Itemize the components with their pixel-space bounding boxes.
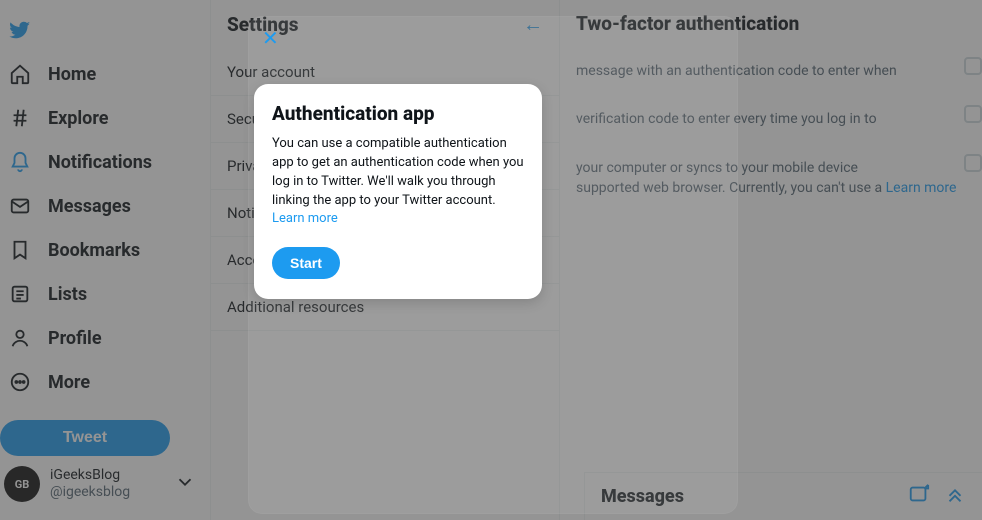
auth-app-dialog: Authentication app You can use a compati… (254, 84, 542, 299)
start-button[interactable]: Start (272, 247, 340, 279)
dialog-title: Authentication app (272, 102, 524, 125)
app-root: Home Explore Notifications Messages Book… (0, 0, 982, 520)
dialog-learn-link[interactable]: Learn more (272, 211, 338, 226)
dialog-body-text: You can use a compatible authentication … (272, 136, 524, 208)
close-icon[interactable]: ✕ (262, 26, 279, 50)
dialog-body: You can use a compatible authentication … (272, 135, 524, 229)
